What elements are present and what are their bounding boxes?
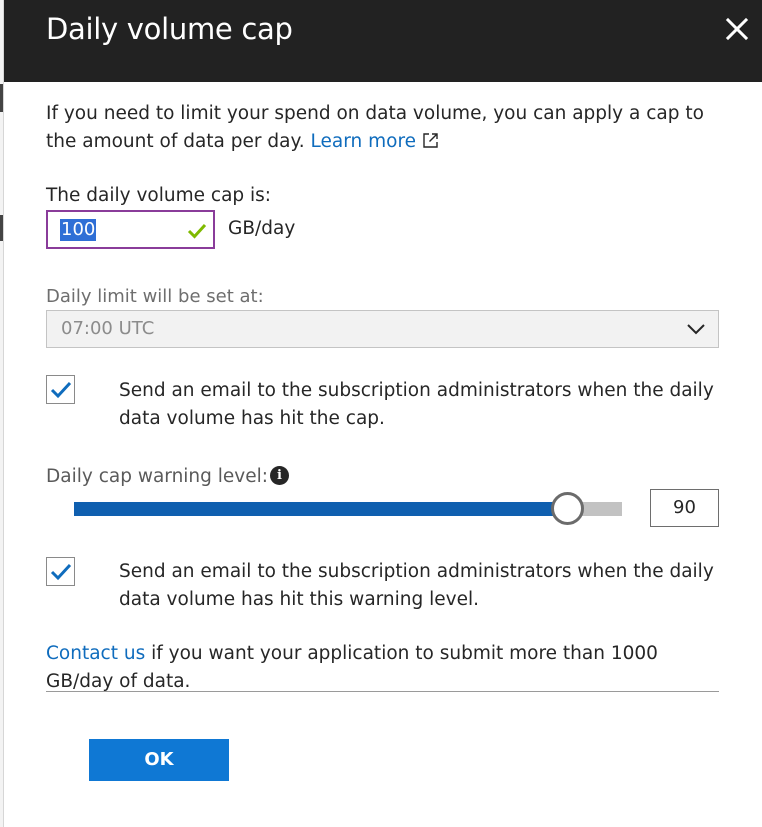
contact-us-link[interactable]: Contact us: [46, 643, 145, 664]
learn-more-label: Learn more: [310, 131, 417, 152]
email-cap-checkbox[interactable]: [46, 375, 75, 404]
chevron-down-icon: [687, 324, 705, 335]
cap-unit: GB/day: [228, 218, 296, 239]
limit-time-select[interactable]: 07:00 UTC: [46, 310, 719, 348]
ok-button[interactable]: OK: [89, 739, 229, 781]
warning-level-label: Daily cap warning level:: [46, 466, 269, 487]
email-warning-checkbox[interactable]: [46, 557, 75, 586]
learn-more-link[interactable]: Learn more: [311, 131, 440, 152]
cap-input[interactable]: 100: [46, 210, 215, 249]
panel-title: Daily volume cap: [46, 12, 293, 46]
cap-label: The daily volume cap is:: [46, 185, 272, 206]
background-edge-mark: [0, 215, 3, 241]
email-cap-label: Send an email to the subscription admini…: [119, 380, 714, 429]
warning-level-slider[interactable]: [74, 490, 622, 528]
checkbox-check-icon: [50, 381, 72, 399]
warning-level-value[interactable]: 90: [650, 489, 719, 527]
close-icon: [725, 17, 749, 41]
daily-volume-cap-panel: Daily volume cap If you need to limit yo…: [4, 0, 762, 827]
email-warning-label: Send an email to the subscription admini…: [119, 561, 714, 610]
cap-value: 100: [60, 219, 97, 241]
panel-header: Daily volume cap: [4, 0, 762, 82]
external-link-icon: [423, 133, 438, 148]
limit-time-value: 07:00 UTC: [61, 318, 155, 339]
intro-text: If you need to limit your spend on data …: [46, 100, 726, 156]
slider-fill: [74, 502, 567, 516]
background-edge-mark: [0, 84, 3, 112]
checkbox-check-icon: [50, 563, 72, 581]
info-icon[interactable]: i: [270, 466, 289, 485]
contact-text: Contact us if you want your application …: [46, 640, 726, 696]
info-glyph: i: [277, 468, 282, 483]
checkmark-icon: [187, 223, 207, 239]
section-divider: [46, 691, 719, 692]
limit-label: Daily limit will be set at:: [46, 286, 264, 307]
close-button[interactable]: [722, 14, 752, 44]
slider-thumb[interactable]: [551, 492, 584, 525]
